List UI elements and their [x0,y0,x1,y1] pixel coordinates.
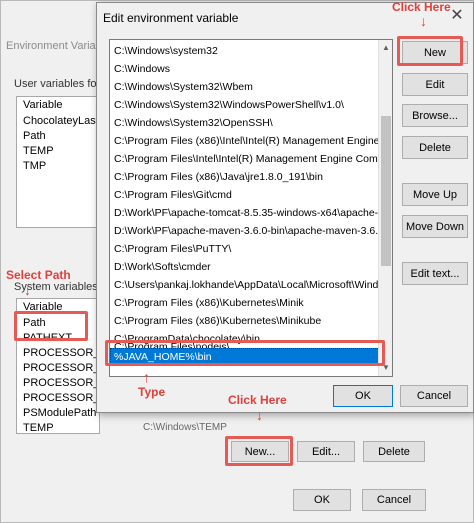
arrow-down-icon: ↓ [24,282,31,298]
delete-system-variable-button[interactable]: Delete [363,441,425,462]
path-item[interactable]: C:\Users\pankaj.lokhande\AppData\Local\M… [110,276,380,294]
highlight-new-system-variable-button [225,436,293,466]
window-title: Environment Variable [6,40,111,52]
system-variable-value: C:\Windows\TEMP [143,422,227,433]
delete-button[interactable]: Delete [402,136,468,159]
path-item[interactable]: D:\Work\Softs\cmder [110,258,380,276]
path-item[interactable]: C:\Windows\System32\Wbem [110,78,380,96]
annotation-click-here-new: Click Here [392,0,451,14]
browse-button[interactable]: Browse... [402,104,468,127]
move-down-button[interactable]: Move Down [402,215,468,238]
path-item[interactable]: C:\Windows\System32\OpenSSH\ [110,114,380,132]
edit-button[interactable]: Edit [402,73,468,96]
path-item[interactable]: C:\Program Files\Git\cmd [110,186,380,204]
path-item[interactable]: C:\Program Files\PuTTY\ [110,240,380,258]
user-variables-list[interactable]: Variable ChocolateyLastPa Path TEMP TMP [16,96,100,228]
list-item[interactable]: PROCESSOR_REV [17,391,99,406]
column-header-variable[interactable]: Variable [17,97,99,114]
highlight-new-button [397,36,463,66]
edit-system-variable-button[interactable]: Edit... [297,441,355,462]
arrow-down-icon: ↓ [256,407,263,423]
list-item[interactable]: Path [17,129,99,144]
path-item[interactable]: C:\Program Files (x86)\Kubernetes\Miniku… [110,312,380,330]
dialog-cancel-button[interactable]: Cancel [400,385,468,407]
path-item[interactable]: C:\Windows\System32\WindowsPowerShell\v1… [110,96,380,114]
list-item[interactable]: PROCESSOR_LEVE [17,376,99,391]
list-item[interactable]: ChocolateyLastPa [17,114,99,129]
cancel-button[interactable]: Cancel [362,489,426,511]
path-item[interactable]: C:\Program Files (x86)\Kubernetes\Minik [110,294,380,312]
path-item[interactable]: D:\Work\PF\apache-tomcat-8.5.35-windows-… [110,204,380,222]
list-item[interactable]: TMP [17,159,99,174]
path-item[interactable]: C:\Windows [110,60,380,78]
path-item[interactable]: C:\Windows\system32 [110,42,380,60]
arrow-down-icon: ↓ [420,13,427,29]
annotation-type: Type [138,385,166,399]
highlight-new-path-entry [105,340,385,366]
path-list[interactable]: C:\Windows\system32 C:\Windows C:\Window… [109,39,393,377]
path-item[interactable]: C:\Program Files (x86)\Intel\Intel(R) Ma… [110,132,380,150]
annotation-select-path: Select Path [6,268,71,282]
scrollbar-thumb[interactable] [381,116,391,266]
path-item[interactable]: C:\Program Files\Intel\Intel(R) Manageme… [110,150,380,168]
list-item[interactable]: PROCESSOR_ARCH [17,346,99,361]
list-item[interactable]: PSModulePath [17,406,99,421]
annotation-click-here-new-system: Click Here [228,393,287,407]
list-item[interactable]: PROCESSOR_IDEN [17,361,99,376]
path-item[interactable]: C:\Program Files (x86)\Java\jre1.8.0_191… [110,168,380,186]
move-up-button[interactable]: Move Up [402,183,468,206]
edit-text-button[interactable]: Edit text... [402,262,468,285]
dialog-ok-button[interactable]: OK [333,385,393,407]
list-item[interactable]: TEMP [17,421,99,433]
scroll-up-icon[interactable]: ▲ [379,42,392,54]
path-item[interactable]: D:\Work\PF\apache-maven-3.6.0-bin\apache… [110,222,380,240]
vertical-scrollbar[interactable]: ▲ ▼ [378,40,392,376]
list-item[interactable]: TEMP [17,144,99,159]
ok-button[interactable]: OK [293,489,351,511]
arrow-up-icon: ↑ [143,369,150,385]
highlight-path-variable [14,311,88,341]
dialog-title: Edit environment variable [103,11,239,25]
